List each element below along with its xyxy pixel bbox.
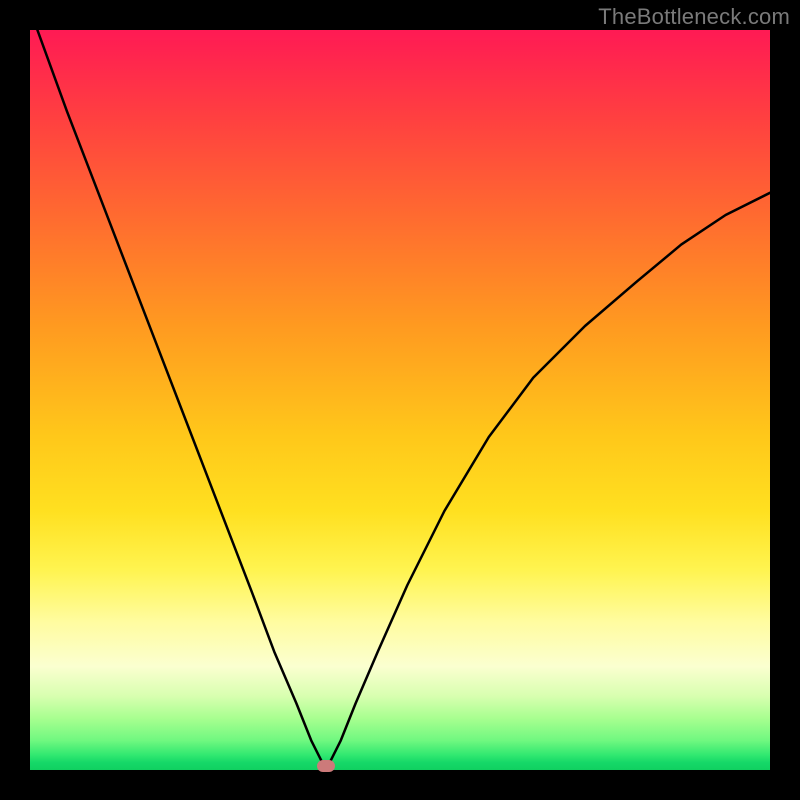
watermark-text: TheBottleneck.com (598, 4, 790, 30)
chart-frame: TheBottleneck.com (0, 0, 800, 800)
bottleneck-curve (30, 30, 770, 770)
optimum-marker (317, 760, 335, 772)
plot-area (30, 30, 770, 770)
